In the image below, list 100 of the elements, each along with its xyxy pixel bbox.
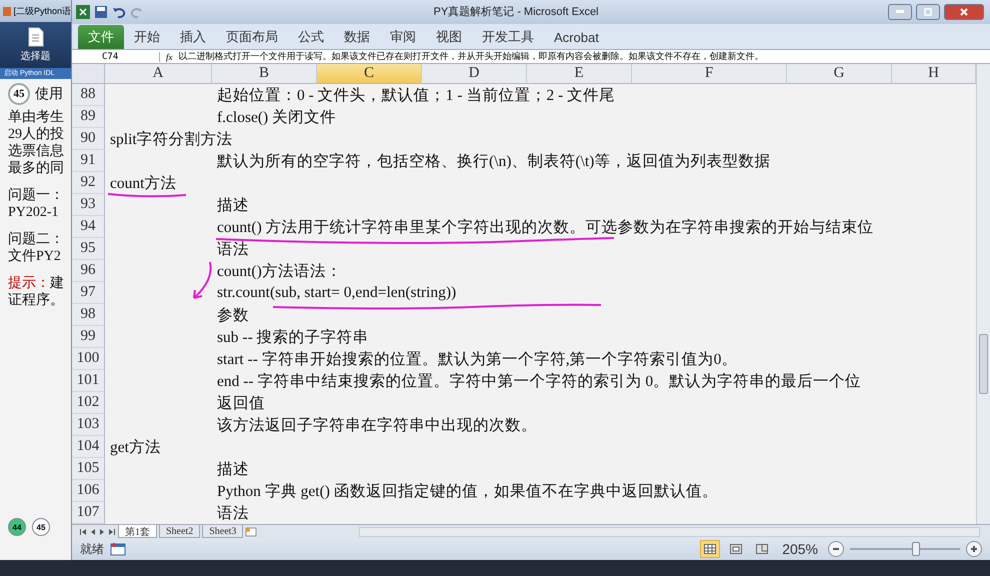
cell-text: Python 字典 get() 函数返回指定键的值，如果值不在字典中返回默认值。 — [216, 482, 718, 502]
column-header[interactable]: E — [527, 64, 632, 84]
cell-text: start -- 字符串开始搜索的位置。默认为第一个字符,第一个字符索引值为0。 — [216, 350, 738, 370]
row-header[interactable]: 89 — [72, 106, 105, 128]
page-icon — [730, 544, 742, 554]
row-header[interactable]: 88 — [72, 84, 105, 106]
row-header[interactable]: 99 — [72, 326, 105, 348]
cell-text: count() 方法用于统计字符串里某个字符出现的次数。可选参数为在字符串搜索的开始与结束位 — [216, 218, 874, 238]
question-text: 问题二： — [8, 231, 65, 248]
new-sheet-icon[interactable] — [245, 526, 258, 537]
cell-text: count方法 — [109, 174, 176, 194]
cell-text: 参数 — [216, 306, 249, 326]
cell-text: 描述 — [216, 460, 249, 480]
row-header[interactable]: 96 — [72, 260, 105, 282]
grid-icon — [704, 544, 716, 554]
ribbon-tab[interactable]: 开发工具 — [472, 25, 544, 50]
question-text: 证程序。 — [8, 292, 65, 309]
question-text: 文件PY2 — [8, 248, 62, 265]
save-icon[interactable] — [94, 4, 108, 19]
question-title: 使用 — [35, 86, 63, 102]
zoom-out-button[interactable] — [828, 541, 844, 558]
ribbon-tab[interactable]: 数据 — [334, 25, 380, 50]
cell-text: str.count(sub, start= 0,end=len(string)) — [216, 284, 456, 302]
tool-button[interactable]: 选择题 — [0, 22, 71, 68]
row-header[interactable]: 106 — [72, 480, 105, 502]
cell-text: 起始位置：0 - 文件头，默认值；1 - 当前位置；2 - 文件尾 — [216, 86, 615, 106]
row-header[interactable]: 93 — [72, 194, 105, 216]
maximize-button[interactable] — [916, 4, 940, 20]
ribbon-tab[interactable]: 公式 — [288, 25, 334, 50]
question-text: 29人的投 — [8, 126, 65, 143]
row-header[interactable]: 91 — [72, 150, 105, 172]
row-header[interactable]: 101 — [72, 370, 105, 392]
horizontal-scrollbar[interactable] — [359, 526, 980, 537]
cell-text: 默认为所有的空字符，包括空格、换行(\n)、制表符(\t)等，返回值为列表型数据 — [216, 152, 770, 172]
row-header[interactable]: 98 — [72, 304, 105, 326]
row-header[interactable]: 92 — [72, 172, 105, 194]
cell-text: sub -- 搜索的子字符串 — [216, 328, 369, 348]
excel-icon — [76, 4, 90, 19]
page-button[interactable]: 44 — [8, 518, 26, 536]
question-text: PY202-1 — [8, 204, 60, 221]
row-header[interactable]: 95 — [72, 238, 105, 260]
document-icon — [28, 27, 44, 47]
row-header[interactable]: 102 — [72, 392, 105, 414]
sheet-tab[interactable]: 第1套 — [118, 525, 157, 538]
row-header[interactable]: 103 — [72, 414, 105, 436]
column-header[interactable]: G — [787, 64, 892, 84]
row-header[interactable]: 97 — [72, 282, 105, 304]
page-button[interactable]: 45 — [32, 518, 50, 536]
ribbon-tab[interactable]: 开始 — [124, 25, 170, 50]
name-box[interactable]: C74 — [72, 52, 160, 62]
question-text: 选票信息 — [8, 143, 65, 160]
row-header[interactable]: 90 — [72, 128, 105, 150]
cell-text: 该方法返回子字符串在字符串中出现的次数。 — [216, 416, 537, 436]
zoom-level[interactable]: 205% — [782, 541, 818, 558]
status-text: 就绪 — [80, 540, 104, 558]
ribbon-tab[interactable]: Acrobat — [544, 25, 609, 50]
app-icon — [3, 6, 12, 16]
question-text: 最多的同 — [8, 160, 65, 177]
ribbon-tab[interactable]: 审阅 — [380, 25, 426, 50]
cell-text: split字符分割方法 — [109, 130, 233, 150]
cell-text: 返回值 — [216, 394, 265, 414]
sheet-tab[interactable]: Sheet2 — [159, 525, 200, 538]
insert-function-button[interactable]: fx — [160, 52, 178, 62]
cell-text: get方法 — [109, 438, 161, 458]
zoom-in-button[interactable] — [966, 541, 982, 558]
cell-text: end -- 字符串中结束搜索的位置。字符中第一个字符的索引为 0。默认为字符串的最后一个位 — [216, 372, 862, 392]
cell-text: 语法 — [216, 504, 249, 524]
question-text: 问题一： — [8, 187, 65, 204]
zoom-slider-thumb[interactable] — [912, 542, 920, 556]
row-header[interactable]: 94 — [72, 216, 105, 238]
ribbon-tab[interactable]: 文件 — [78, 25, 124, 50]
ribbon-tab[interactable]: 视图 — [426, 25, 472, 50]
view-button[interactable] — [700, 540, 720, 558]
row-header[interactable]: 104 — [72, 436, 105, 458]
page-break-icon — [756, 544, 768, 554]
column-header[interactable]: D — [422, 64, 527, 84]
minimize-icon — [896, 10, 904, 14]
macro-record-icon[interactable] — [110, 542, 126, 556]
row-header[interactable]: 100 — [72, 348, 105, 370]
column-header[interactable]: H — [892, 64, 976, 84]
sheet-navigation-icon[interactable] — [80, 528, 116, 536]
close-button[interactable] — [944, 4, 984, 20]
cell-text: f.close() 关闭文件 — [216, 108, 336, 128]
column-header[interactable]: A — [105, 64, 212, 84]
ribbon-tab[interactable]: 插入 — [170, 25, 216, 50]
formula-field[interactable]: 以二进制格式打开一个文件用于读写。如果该文件已存在则打开文件，并从开头开始编辑，即原有内容会被删除。如果该文件不存在，创建新文件。 — [178, 50, 990, 64]
sheet-tab[interactable]: Sheet3 — [202, 525, 244, 538]
cell-text: count()方法语法： — [216, 262, 342, 282]
minimize-button[interactable] — [888, 4, 912, 20]
ribbon-tab[interactable]: 页面布局 — [216, 25, 288, 50]
window-title: PY真题解析笔记 - Microsoft Excel — [432, 5, 600, 20]
column-header[interactable]: F — [632, 64, 787, 84]
row-header[interactable]: 105 — [72, 458, 105, 480]
question-text: 提示：建 — [8, 275, 65, 292]
question-number: 45 — [8, 83, 30, 105]
row-header[interactable]: 107 — [72, 502, 105, 524]
window-title: [二级Python语 — [13, 4, 71, 18]
column-header[interactable]: C — [317, 64, 422, 84]
vertical-scrollbar[interactable] — [976, 64, 990, 524]
column-header[interactable]: B — [212, 64, 317, 84]
